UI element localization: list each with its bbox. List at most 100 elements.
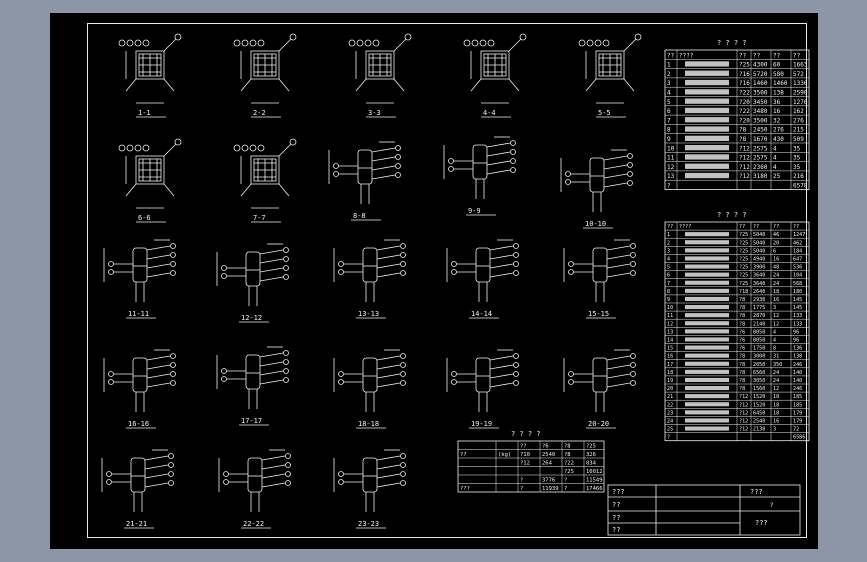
rebar-table-2-cell: 136 bbox=[793, 346, 802, 352]
rebar-table-2-cell: ?8 bbox=[739, 297, 745, 303]
rebar-table-2-cell: ?? bbox=[667, 224, 673, 230]
section-label: 21-21 bbox=[126, 520, 147, 528]
rebar-table-2-cell: 18 bbox=[773, 402, 779, 408]
rebar-table-2-cell: 1750 bbox=[753, 346, 765, 352]
rebar-table-2-cell: ?25 bbox=[739, 273, 748, 279]
rebar-table-2-cell: 6450 bbox=[753, 410, 765, 416]
summary-table-cell: 264 bbox=[542, 461, 553, 467]
rebar-table-2-cell: 9 bbox=[667, 297, 670, 303]
rebar-table-1-cell: 1336 bbox=[793, 80, 808, 87]
summary-table-cell: 834 bbox=[586, 461, 597, 467]
rebar-table-2-cell: 3900 bbox=[753, 265, 765, 271]
rebar-table-2-cell: 6586 bbox=[793, 435, 805, 441]
section-label: 2-2 bbox=[253, 109, 266, 117]
rebar-table-1-cell: ???? bbox=[679, 52, 694, 59]
title-block-label-right: ??? bbox=[750, 488, 763, 496]
title-block-label-3: ?? bbox=[612, 514, 620, 522]
rebar-table-1-cell: 6 bbox=[667, 108, 671, 115]
title-block bbox=[607, 484, 801, 536]
section-label: 16-16 bbox=[128, 420, 149, 428]
rebar-table-2-cell: 2140 bbox=[753, 321, 765, 327]
rebar-table-2-cell: 2 bbox=[667, 240, 670, 246]
rebar-table-2-cell: ?? bbox=[739, 224, 745, 230]
rebar-table-2-cell: ?? bbox=[793, 224, 799, 230]
rebar-table-2-cell: 1520 bbox=[753, 402, 765, 408]
rebar-table-1-cell: ?12 bbox=[739, 155, 750, 162]
rebar-table-2-cell: 104 bbox=[793, 273, 802, 279]
section-label: 5-5 bbox=[598, 109, 611, 117]
rebar-table-1-cell: 60 bbox=[773, 62, 781, 69]
rebar-table-1-cell: 5720 bbox=[753, 71, 768, 78]
rebar-table-2-cell: 6 bbox=[667, 273, 670, 279]
section-label: 6-6 bbox=[138, 214, 151, 222]
rebar-table-2-cell: ?8 bbox=[739, 370, 745, 376]
rebar-table-2-cell: 23 bbox=[667, 410, 673, 416]
rebar-table-2-cell: 647 bbox=[793, 257, 802, 263]
rebar-table-1-cell: ?8 bbox=[739, 136, 747, 143]
section-17-17 bbox=[216, 346, 289, 409]
rebar-table-2-cell: 20 bbox=[773, 240, 779, 246]
rebar-table-2-cell: 2870 bbox=[753, 313, 765, 319]
rebar-table-2-cell: ?8 bbox=[739, 386, 745, 392]
section-12-12 bbox=[216, 243, 289, 306]
rebar-table-2-cell: 3640 bbox=[753, 281, 765, 287]
rebar-table-1-cell: 11 bbox=[667, 155, 675, 162]
rebar-table-1-cell: 6578 bbox=[793, 183, 808, 190]
rebar-table-2-cell: 24 bbox=[773, 273, 779, 279]
rebar-table-1-cell: 2575 bbox=[753, 145, 768, 152]
section-21-21 bbox=[101, 449, 174, 512]
rebar-table-2-cell: ? bbox=[667, 435, 670, 441]
rebar-table-2: ? ? ? ????????????? ??1 ?25 5040 46 12472 ?25 5… bbox=[664, 211, 810, 442]
rebar-table-1-cell: ? bbox=[667, 183, 671, 190]
summary-table-cell: 11939 bbox=[542, 486, 559, 492]
section-label: 22-22 bbox=[243, 520, 264, 528]
rebar-table-2-cell: 31 bbox=[773, 354, 779, 360]
section-details: 1-1 2-2 3-3 4-4 5-5 6-6 7-7 8-8 9-9 10-10 11-11 12-… bbox=[101, 33, 642, 529]
summary-table-cell: 326 bbox=[586, 452, 596, 458]
title-block-value-2: ? bbox=[770, 502, 774, 509]
rebar-table-2-cell: 19 bbox=[667, 378, 673, 384]
rebar-table-2-cell: ?25 bbox=[739, 281, 748, 287]
rebar-table-1-cell: 215 bbox=[793, 127, 804, 134]
rebar-table-2-cell: 17 bbox=[667, 362, 673, 368]
rebar-table-2-cell: ?12 bbox=[739, 427, 748, 433]
rebar-table-1-cell: 1460 bbox=[753, 80, 768, 87]
rebar-table-1-cell: ?20 bbox=[739, 117, 750, 124]
rebar-table-1-cell: 13 bbox=[667, 173, 675, 180]
rebar-table-1-cell: 276 bbox=[793, 117, 804, 124]
section-15-15 bbox=[563, 239, 636, 302]
rebar-table-2-cell: 5040 bbox=[753, 248, 765, 254]
rebar-table-2-cell: ?8 bbox=[739, 362, 745, 368]
rebar-table-2-cell: ?12 bbox=[739, 402, 748, 408]
rebar-table-2-cell: 96 bbox=[793, 329, 799, 335]
rebar-table-1-cell: ?16 bbox=[739, 80, 750, 87]
rebar-table-2-cell: 13 bbox=[667, 329, 673, 335]
summary-table-cell: ? bbox=[520, 478, 523, 484]
summary-table-cell: ?25 bbox=[586, 444, 596, 450]
rebar-table-1-cell: ?? bbox=[739, 52, 747, 59]
rebar-table-1-title: ? ? ? ? bbox=[717, 39, 747, 47]
section-label: 15-15 bbox=[588, 310, 609, 318]
summary-table-cell: 11549 bbox=[586, 478, 603, 484]
rebar-table-2-cell: 96 bbox=[793, 338, 799, 344]
rebar-table-2-cell: 15 bbox=[667, 346, 673, 352]
rebar-table-2-cell: 185 bbox=[793, 402, 802, 408]
section-10-10 bbox=[560, 149, 633, 212]
rebar-tables: ? ? ? ????????????? ??1 ?25 4300 60 16632 ?16 5… bbox=[457, 39, 810, 493]
rebar-table-2-cell: 3050 bbox=[753, 378, 765, 384]
rebar-table-1-cell: 9 bbox=[667, 136, 671, 143]
summary-table-cell: ?10 bbox=[520, 452, 530, 458]
rebar-table-2-cell: 133 bbox=[793, 313, 802, 319]
rebar-table-1-cell: 4 bbox=[667, 90, 671, 97]
rebar-table-2-cell: ?8 bbox=[739, 313, 745, 319]
rebar-table-1-cell: 1460 bbox=[773, 80, 788, 87]
section-label: 9-9 bbox=[468, 207, 481, 215]
rebar-table-1: ? ? ? ????????????? ??1 ?25 4300 60 16632 ?16 5… bbox=[664, 39, 810, 190]
rebar-table-2-cell: 568 bbox=[793, 281, 802, 287]
rebar-table-2-cell: ?6 bbox=[739, 329, 745, 335]
rebar-table-2-cell: 18 bbox=[667, 370, 673, 376]
section-5-5 bbox=[578, 33, 642, 104]
rebar-table-2-cell: 179 bbox=[793, 419, 802, 425]
rebar-table-2-cell: 462 bbox=[793, 240, 802, 246]
rebar-table-1-cell: 138 bbox=[773, 90, 784, 97]
